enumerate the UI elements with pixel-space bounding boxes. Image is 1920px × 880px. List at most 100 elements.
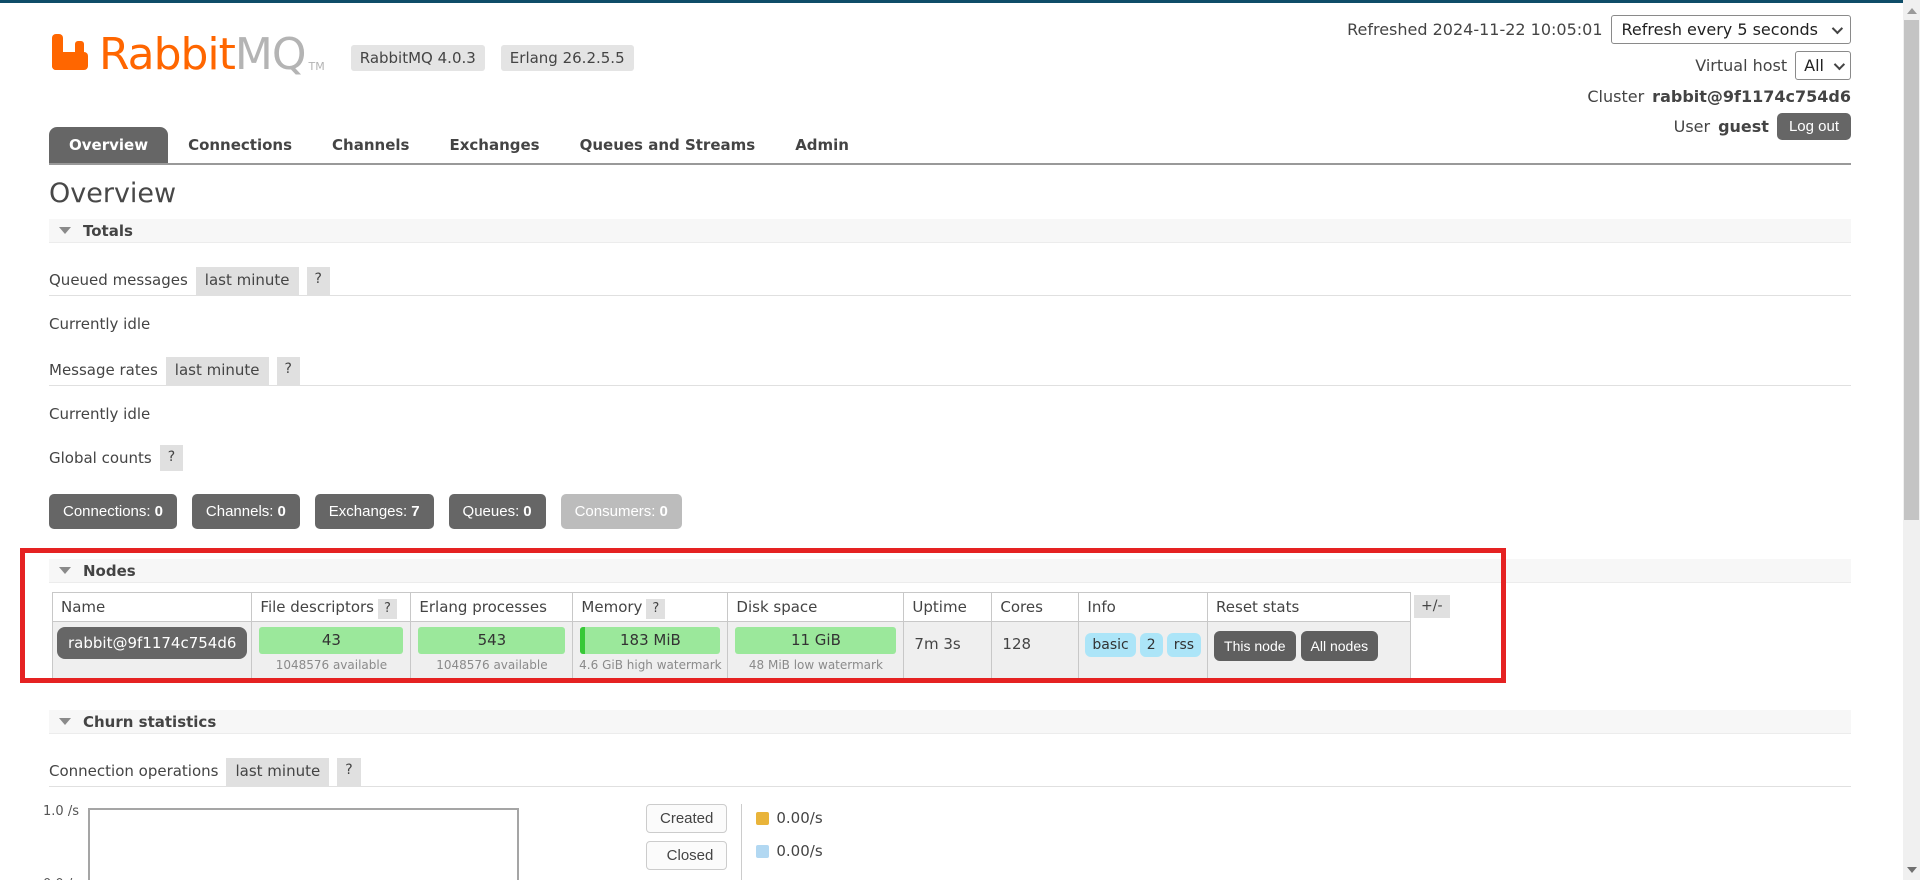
window-top-edge [0, 0, 1903, 3]
connection-operations-row: Connection operations last minute ? [49, 758, 1851, 787]
tab-channels[interactable]: Channels [312, 127, 429, 163]
consumers-count-button[interactable]: Consumers: 0 [560, 494, 682, 529]
info-badge-rss[interactable]: rss [1166, 633, 1202, 657]
connection-operations-chart: 1.0 /s 0.0 /s 10:04:10 10:04:20 10:04:30… [43, 804, 1851, 880]
rabbitmq-logo[interactable]: RabbitMQ TM [49, 31, 325, 77]
legend-divider [741, 804, 743, 880]
node-info-cell: basic 2 rss [1078, 621, 1209, 679]
connections-count-button[interactable]: Connections: 0 [49, 494, 177, 529]
erlang-processes-bar: 543 [418, 627, 566, 654]
user-name: guest [1718, 117, 1769, 136]
col-name: Name [51, 592, 253, 622]
message-rates-label: Message rates [49, 361, 158, 379]
connection-operations-mode-tab[interactable]: last minute [226, 758, 330, 786]
disk-space-watermark: 48 MiB low watermark [748, 658, 883, 672]
col-info: Info [1078, 592, 1209, 622]
nodes-heading: Nodes [83, 561, 136, 580]
reset-this-node-button[interactable]: This node [1214, 631, 1296, 661]
col-memory: Memory? [572, 592, 729, 622]
connection-operations-help-icon[interactable]: ? [337, 758, 361, 786]
closed-swatch-icon [756, 844, 770, 858]
scroll-up-icon[interactable] [1903, 2, 1920, 19]
erlang-processes-available: 1048576 available [436, 658, 548, 672]
file-descriptors-bar: 43 [259, 627, 404, 654]
header: RabbitMQ TM RabbitMQ 4.0.3 Erlang 26.2.5… [49, 3, 1851, 140]
tab-admin[interactable]: Admin [775, 127, 869, 163]
collapse-triangle-icon [59, 567, 71, 574]
chevron-down-icon [1831, 22, 1844, 34]
churn-section-header[interactable]: Churn statistics [49, 710, 1851, 734]
erlang-version-badge: Erlang 26.2.5.5 [500, 45, 634, 71]
collapse-triangle-icon [59, 718, 71, 725]
nodes-section: Nodes Name File descriptors? Erlang proc… [20, 548, 1851, 683]
user-label: User [1673, 117, 1711, 136]
col-erlang-processes: Erlang processes [410, 592, 574, 622]
node-name-cell: rabbit@9f1174c754d6 [51, 621, 253, 679]
uptime-value: 7m 3s [914, 635, 961, 653]
created-rate-row: 0.00/s [756, 809, 823, 827]
totals-heading: Totals [83, 221, 133, 240]
disk-space-bar: 11 GiB [735, 627, 897, 654]
memory-used-segment [580, 627, 586, 654]
legend-created-button[interactable]: Created [646, 804, 728, 833]
tab-queues-and-streams[interactable]: Queues and Streams [560, 127, 776, 163]
virtual-host-label: Virtual host [1695, 56, 1788, 75]
col-file-descriptors: File descriptors? [251, 592, 412, 622]
trademark-label: TM [308, 60, 325, 73]
col-disk-space: Disk space [727, 592, 905, 622]
page-title: Overview [49, 178, 177, 209]
queues-count-button[interactable]: Queues: 0 [448, 494, 546, 529]
refreshed-timestamp: Refreshed 2024-11-22 10:05:01 [1347, 20, 1603, 39]
chart-legend: Created Closed 0.00/s 0.00/s [646, 804, 823, 880]
file-descriptors-available: 1048576 available [275, 658, 388, 672]
chart-plot-area [88, 808, 519, 880]
node-uptime-cell: 7m 3s [903, 621, 993, 679]
totals-section-header[interactable]: Totals [49, 219, 1851, 243]
node-memory-cell: 183 MiB 4.6 GiB high watermark [572, 621, 729, 679]
queued-messages-mode-tab[interactable]: last minute [195, 267, 299, 295]
churn-heading: Churn statistics [83, 712, 217, 731]
legend-closed-button[interactable]: Closed [646, 841, 728, 870]
nodes-section-header[interactable]: Nodes [49, 559, 1851, 583]
rabbitmq-logo-icon [49, 31, 99, 77]
refresh-interval-select[interactable]: Refresh every 5 seconds [1610, 15, 1851, 44]
page-content: RabbitMQ TM RabbitMQ 4.0.3 Erlang 26.2.5… [20, 3, 1851, 880]
node-name-badge[interactable]: rabbit@9f1174c754d6 [57, 627, 248, 659]
info-badge-basic[interactable]: basic [1085, 633, 1136, 657]
nodes-header-row: Name File descriptors? Erlang processes … [51, 592, 1412, 622]
logout-button[interactable]: Log out [1776, 113, 1851, 140]
col-reset-stats: Reset stats [1207, 592, 1412, 622]
file-descriptors-help-icon[interactable]: ? [377, 599, 397, 619]
tab-overview[interactable]: Overview [49, 127, 169, 163]
scrollbar-thumb[interactable] [1904, 20, 1919, 520]
reset-all-nodes-button[interactable]: All nodes [1300, 631, 1379, 661]
brand-wordmark: RabbitMQ [99, 29, 307, 80]
cluster-name: rabbit@9f1174c754d6 [1652, 87, 1851, 106]
node-erlang-processes-cell: 543 1048576 available [410, 621, 574, 679]
info-badge-2[interactable]: 2 [1139, 633, 1163, 657]
message-rates-mode-tab[interactable]: last minute [165, 357, 269, 385]
message-rates-help-icon[interactable]: ? [276, 357, 300, 385]
memory-help-icon[interactable]: ? [646, 599, 666, 619]
vertical-scrollbar[interactable] [1903, 0, 1920, 880]
channels-count-button[interactable]: Channels: 0 [191, 494, 300, 529]
tab-connections[interactable]: Connections [168, 127, 312, 163]
scroll-down-icon[interactable] [1903, 861, 1920, 878]
exchanges-count-button[interactable]: Exchanges: 7 [314, 494, 434, 529]
closed-rate-value: 0.00/s [776, 842, 823, 860]
global-counts-row: Global counts ? [49, 445, 1851, 471]
queued-messages-help-icon[interactable]: ? [306, 267, 330, 295]
global-counts-label: Global counts [49, 449, 152, 467]
connection-operations-label: Connection operations [49, 762, 219, 780]
queued-messages-row: Queued messages last minute ? [49, 267, 1851, 296]
node-file-descriptors-cell: 43 1048576 available [251, 621, 412, 679]
created-rate-value: 0.00/s [776, 809, 823, 827]
memory-bar: 183 MiB [580, 627, 721, 654]
global-count-buttons: Connections: 0 Channels: 0 Exchanges: 7 Que… [49, 494, 1851, 529]
churn-section: Churn statistics Connection operations l… [43, 710, 1851, 880]
column-plus-minus-toggle[interactable]: +/- [1414, 595, 1450, 618]
y-axis-max-label: 1.0 /s [43, 804, 79, 819]
global-counts-help-icon[interactable]: ? [159, 445, 184, 471]
tab-exchanges[interactable]: Exchanges [429, 127, 559, 163]
virtual-host-select[interactable]: All [1795, 51, 1851, 80]
